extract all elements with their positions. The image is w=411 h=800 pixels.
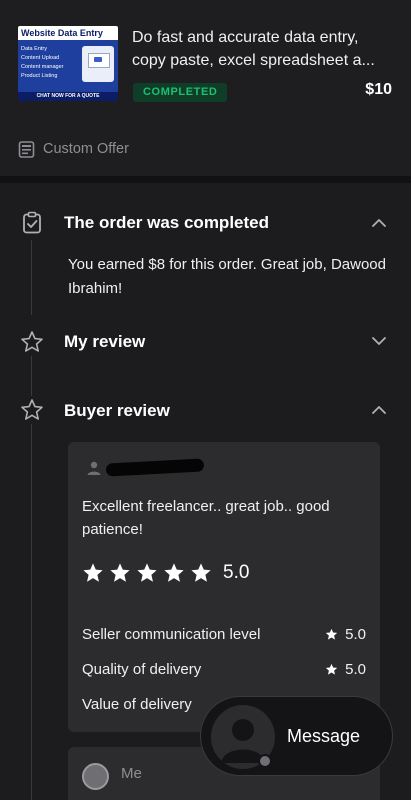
custom-offer: Custom Offer: [18, 139, 129, 159]
status-badge: COMPLETED: [133, 83, 228, 102]
order-price: $10: [365, 81, 392, 98]
avatar: [82, 763, 109, 790]
timeline-line: [31, 424, 32, 800]
rating-value-text: 5.0: [345, 661, 366, 678]
chevron-up-icon[interactable]: [371, 402, 387, 418]
star-icon: [110, 563, 130, 582]
person-icon: [87, 461, 101, 475]
rating-line: Seller communication level 5.0: [82, 624, 366, 646]
clipboard-check-icon: [23, 211, 41, 234]
section-divider: [0, 176, 411, 183]
gig-card[interactable]: Website Data Entry Data Entry Content Up…: [0, 0, 411, 176]
thumbnail-items: Data Entry Content Upload Content manage…: [21, 45, 83, 81]
thumbnail-item: Content manager: [21, 64, 64, 70]
thumbnail-item: Content Upload: [21, 55, 60, 61]
thumbnail-illustration: [82, 46, 114, 82]
star-icon: [325, 628, 338, 640]
review-text: Excellent freelancer.. great job.. good …: [82, 498, 330, 538]
my-review-title: My review: [64, 332, 146, 351]
thumbnail-item: Data Entry: [21, 46, 47, 52]
star-outline-icon: [21, 331, 43, 352]
online-status-dot: [258, 754, 272, 768]
gig-title[interactable]: Do fast and accurate data entry, copy pa…: [132, 26, 392, 72]
rating-value: 5.0: [325, 626, 366, 643]
rating-value: 5.0: [325, 661, 366, 678]
gig-thumbnail[interactable]: Website Data Entry Data Entry Content Up…: [18, 26, 118, 101]
rating-label: Seller communication level: [82, 626, 261, 643]
timeline-line: [31, 240, 32, 315]
timeline-line: [31, 356, 32, 396]
order-completed-title: The order was completed: [64, 213, 269, 232]
chevron-up-icon[interactable]: [371, 215, 387, 231]
redacted-reviewer-name: [105, 458, 205, 477]
star-icon: [83, 563, 103, 582]
star-icon: [191, 563, 211, 582]
rating-label: Quality of delivery: [82, 661, 202, 678]
message-button[interactable]: Message: [200, 696, 393, 776]
rating-line: Quality of delivery 5.0: [82, 659, 366, 681]
me-label: Me: [121, 765, 142, 782]
star-outline-icon: [21, 399, 43, 420]
rating-value-text: 5.0: [345, 626, 366, 643]
buyer-review-title: Buyer review: [64, 401, 170, 420]
buyer-review-card: Excellent freelancer.. great job.. good …: [68, 442, 380, 732]
rating-label: Value of delivery: [82, 696, 192, 713]
thumbnail-item: Product Listing: [21, 73, 58, 79]
overall-rating: 5.0: [82, 560, 249, 586]
reviewer: [86, 458, 212, 478]
message-button-label: Message: [287, 726, 361, 746]
star-icon: [164, 563, 184, 582]
thumbnail-heading: Website Data Entry: [18, 26, 118, 40]
overall-rating-value: 5.0: [223, 562, 250, 583]
chevron-down-icon[interactable]: [371, 333, 387, 349]
star-icon: [325, 663, 338, 675]
earnings-message: You earned $8 for this order. Great job,…: [68, 256, 386, 297]
thumbnail-cta: CHAT NOW FOR A QUOTE: [18, 92, 118, 101]
receipt-icon: [18, 140, 35, 158]
star-icon: [137, 563, 157, 582]
custom-offer-label: Custom Offer: [43, 141, 129, 157]
